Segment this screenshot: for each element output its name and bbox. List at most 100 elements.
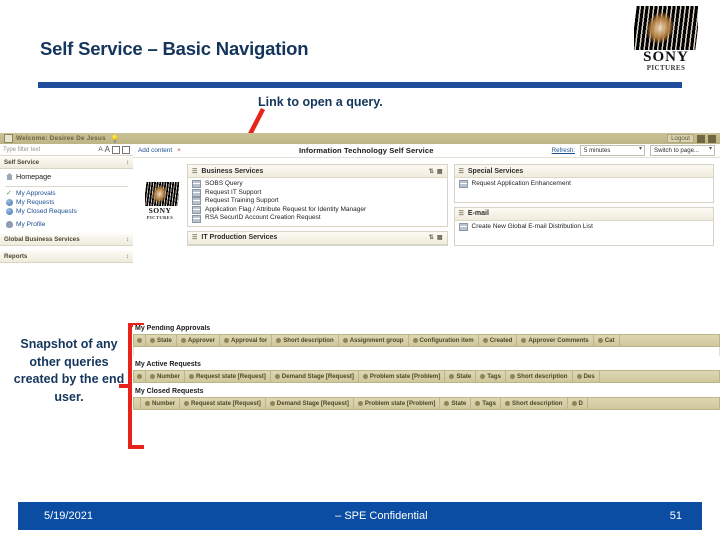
slide: Self Service – Basic Navigation SONY PIC… — [0, 0, 720, 540]
column-header-created[interactable]: Created — [479, 335, 518, 346]
sidebar-section-self-service[interactable]: Self Service ↕ — [0, 156, 133, 169]
service-link-create-new-global-email-distribution-list[interactable]: Create New Global E-mail Distribution Li… — [458, 222, 710, 232]
table-my-active-requests: My Active Requests Number Request state … — [133, 361, 720, 383]
column-header-problem-state[interactable]: Problem state [Problem] — [354, 398, 441, 409]
app-main: Add content × Information Technology Sel… — [133, 144, 720, 273]
home-icon[interactable] — [697, 134, 705, 143]
sidebar-item-my-closed-requests[interactable]: My Closed Requests — [0, 207, 133, 216]
collapse-icon[interactable]: ☰ — [459, 210, 464, 217]
column-header-request-state[interactable]: Request state [Request] — [185, 371, 271, 382]
column-header-category[interactable]: Cat — [594, 335, 620, 346]
service-link-rsa-securid-account-creation[interactable]: RSA SecurID Account Creation Request — [192, 214, 443, 223]
table-my-closed-requests: My Closed Requests Number Request state … — [133, 388, 720, 410]
callout-link-to-open-query: Link to open a query. — [258, 95, 383, 109]
column-header-tags[interactable]: Tags — [471, 398, 502, 409]
table-title: My Pending Approvals — [135, 325, 211, 332]
filter-input[interactable]: Type filter text — [3, 147, 96, 153]
footer-date: 5/19/2021 — [44, 510, 93, 522]
column-header-configuration-item[interactable]: Configuration item — [409, 335, 479, 346]
service-label: Request Application Enhancement — [471, 180, 571, 187]
lightbulb-icon[interactable]: 💡 — [111, 135, 120, 143]
chevron-icon: ↕ — [126, 236, 129, 243]
panel-body: Request Application Enhancement — [455, 178, 714, 192]
app-content: SONY PICTURES ☰ Business Services ⇅ ▦ SO… — [133, 158, 720, 246]
logout-button[interactable]: Logout — [667, 134, 694, 143]
collapse-icon[interactable]: ☰ — [459, 168, 464, 175]
form-icon — [192, 197, 201, 206]
column-header-assignment-group[interactable]: Assignment group — [339, 335, 409, 346]
collapse-icon[interactable]: ☰ — [192, 168, 197, 175]
column-header-tags[interactable]: Tags — [476, 371, 507, 382]
column-header-description[interactable]: D — [568, 398, 588, 409]
sony-pictures-logo: SONY PICTURES — [630, 6, 702, 72]
table-my-pending-approvals: My Pending Approvals State Approver Appr… — [133, 325, 720, 356]
app-screenshot-top: Welcome: Desiree De Jesus 💡 Logout Type … — [0, 133, 720, 273]
service-label: Create New Global E-mail Distribution Li… — [471, 222, 593, 230]
panel-header[interactable]: ☰ Business Services ⇅ ▦ — [188, 165, 447, 178]
table-header-row: Number Request state [Request] Demand St… — [133, 370, 720, 383]
sidebar-item-my-approvals[interactable]: ✓ My Approvals — [0, 189, 133, 198]
column-header-state[interactable]: State — [445, 371, 477, 382]
footer-confidentiality: – SPE Confidential — [335, 510, 428, 522]
page-title: Self Service – Basic Navigation — [40, 38, 309, 59]
column-header-select[interactable] — [134, 335, 146, 346]
close-icon[interactable]: × — [177, 147, 181, 154]
print-icon[interactable] — [708, 134, 716, 143]
panel-special-services: ☰ Special Services Request Application E… — [453, 164, 714, 203]
service-label: RSA SecurID Account Creation Request — [205, 214, 321, 222]
refresh-interval-select[interactable]: 5 minutes — [580, 145, 645, 156]
column-header-problem-state[interactable]: Problem state [Problem] — [359, 371, 446, 382]
expand-icon[interactable]: ▦ — [437, 168, 443, 175]
font-increase-icon[interactable]: A — [105, 145, 110, 154]
font-decrease-icon[interactable]: A — [98, 146, 102, 153]
sidebar-item-my-profile[interactable]: My Profile — [0, 220, 133, 229]
sony-arch-icon — [634, 6, 698, 50]
globe-icon — [6, 199, 13, 206]
sidebar-section-global-business-services[interactable]: Global Business Services ↕ — [0, 233, 133, 246]
callout-snapshot-of-queries: Snapshot of any other queries created by… — [13, 337, 125, 404]
sidebar-item-my-requests[interactable]: My Requests — [0, 198, 133, 207]
column-header-short-description[interactable]: Short description — [272, 335, 339, 346]
column-header-approver-comments[interactable]: Approver Comments — [517, 335, 594, 346]
window-menu-icon[interactable] — [4, 134, 13, 143]
refresh-label[interactable]: Refresh: — [552, 147, 575, 154]
column-header-state[interactable]: State — [440, 398, 472, 409]
service-link-request-training-support[interactable]: Request Training Support — [192, 197, 443, 206]
collapse-icon[interactable] — [122, 145, 130, 154]
service-link-request-it-support[interactable]: Request IT Support — [192, 189, 443, 198]
service-link-request-application-enhancement[interactable]: Request Application Enhancement — [458, 180, 710, 189]
switch-page-select[interactable]: Switch to page... — [650, 145, 715, 156]
sidebar-filter-row: Type filter text A A — [0, 144, 133, 156]
column-header-short-description[interactable]: Short description — [501, 398, 568, 409]
column-header-demand-stage[interactable]: Demand Stage [Request] — [266, 398, 354, 409]
move-icon[interactable]: ⇅ — [429, 234, 434, 241]
sidebar-item-homepage[interactable]: Homepage — [0, 169, 133, 184]
panel-header[interactable]: ☰ IT Production Services ⇅ ▦ — [188, 231, 447, 245]
add-content-button[interactable]: Add content — [138, 147, 172, 154]
sidebar-section-reports[interactable]: Reports ↕ — [0, 250, 133, 263]
column-header-state[interactable]: State — [146, 335, 177, 346]
column-header-number[interactable]: Number — [141, 398, 181, 409]
collapse-icon[interactable]: ☰ — [192, 234, 197, 241]
table-header-row: Number Request state [Request] Demand St… — [133, 397, 720, 410]
refresh-icon[interactable] — [112, 145, 120, 154]
title-divider — [38, 82, 682, 88]
panel-header[interactable]: ☰ E-mail — [454, 207, 713, 221]
column-header-approver[interactable]: Approver — [177, 335, 220, 346]
column-header-number[interactable]: Number — [146, 371, 186, 382]
move-icon[interactable]: ⇅ — [429, 168, 434, 175]
column-header-attachment[interactable] — [134, 371, 146, 382]
panel-header[interactable]: ☰ Special Services — [454, 165, 713, 178]
expand-icon[interactable]: ▦ — [437, 234, 443, 241]
column-header-attachment[interactable] — [134, 398, 141, 409]
form-icon — [458, 223, 468, 232]
column-header-short-description[interactable]: Short description — [506, 371, 573, 382]
column-header-request-state[interactable]: Request state [Request] — [180, 398, 266, 409]
service-link-sobs-query[interactable]: SOBS Query — [192, 180, 443, 189]
column-header-approval-for[interactable]: Approval for — [220, 335, 273, 346]
form-icon — [192, 180, 201, 189]
column-header-description[interactable]: Des — [573, 371, 600, 382]
column-header-demand-stage[interactable]: Demand Stage [Request] — [271, 371, 359, 382]
service-link-application-flag-attribute-request[interactable]: Application Flag / Attribute Request for… — [192, 206, 443, 215]
sidebar-section-label: Global Business Services — [4, 236, 80, 243]
